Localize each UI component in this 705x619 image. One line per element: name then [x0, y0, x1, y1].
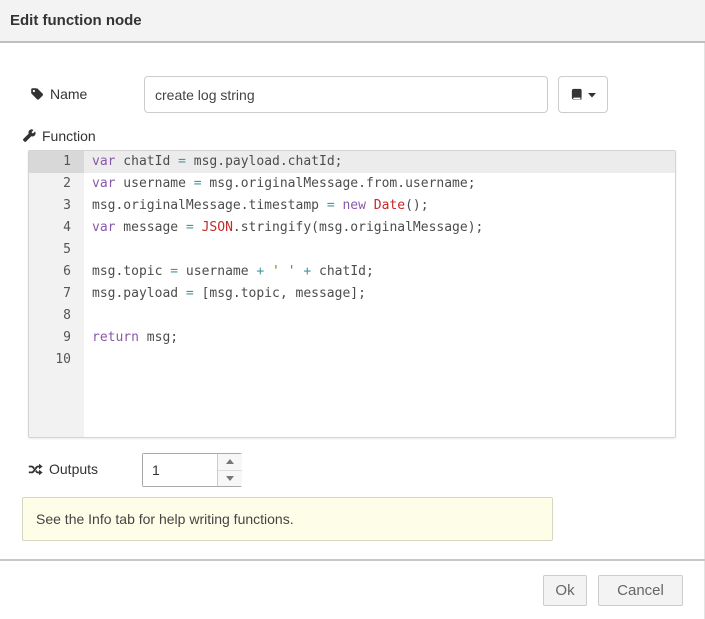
code-line[interactable]: 10 [29, 349, 675, 371]
outputs-spinner [142, 453, 242, 487]
code-line[interactable]: 6msg.topic = username + ' ' + chatId; [29, 261, 675, 283]
code-line[interactable]: 5 [29, 239, 675, 261]
function-label-text: Function [42, 128, 96, 144]
code-line[interactable]: 2var username = msg.originalMessage.from… [29, 173, 675, 195]
code-line[interactable]: 1var chatId = msg.payload.chatId; [29, 151, 675, 173]
cancel-button[interactable]: Cancel [598, 575, 683, 606]
code-line-text [84, 305, 675, 327]
function-label: Function [22, 128, 96, 144]
name-input[interactable] [144, 76, 548, 113]
code-line[interactable]: 8 [29, 305, 675, 327]
function-code-editor[interactable]: 1var chatId = msg.payload.chatId;2var us… [28, 150, 676, 438]
line-number: 9 [29, 327, 84, 349]
code-line-text: var message = JSON.stringify(msg.origina… [84, 217, 675, 239]
code-line-text: return msg; [84, 327, 675, 349]
ok-button[interactable]: Ok [543, 575, 587, 606]
tag-icon [30, 87, 44, 101]
line-number: 2 [29, 173, 84, 195]
spinner-buttons [217, 454, 242, 486]
shuffle-icon [28, 463, 43, 476]
line-number: 1 [29, 151, 84, 173]
dialog-title: Edit function node [10, 12, 142, 29]
code-line[interactable]: 7msg.payload = [msg.topic, message]; [29, 283, 675, 305]
code-line[interactable]: 4var message = JSON.stringify(msg.origin… [29, 217, 675, 239]
outputs-label: Outputs [28, 461, 98, 477]
outputs-input[interactable] [143, 454, 217, 486]
outputs-label-text: Outputs [49, 461, 98, 477]
info-tip: See the Info tab for help writing functi… [22, 497, 553, 541]
triangle-up-icon [226, 459, 234, 464]
code-line-text: var chatId = msg.payload.chatId; [84, 151, 675, 173]
spinner-up-button[interactable] [218, 454, 242, 471]
line-number: 8 [29, 305, 84, 327]
line-number: 4 [29, 217, 84, 239]
spinner-down-button[interactable] [218, 471, 242, 487]
line-number: 7 [29, 283, 84, 305]
code-line-text [84, 239, 675, 261]
line-number: 5 [29, 239, 84, 261]
code-line-text: msg.originalMessage.timestamp = new Date… [84, 195, 675, 217]
book-icon [570, 88, 583, 101]
info-tip-text: See the Info tab for help writing functi… [36, 511, 294, 527]
wrench-icon [22, 129, 36, 143]
line-number: 6 [29, 261, 84, 283]
footer-separator [0, 559, 705, 561]
name-label-text: Name [50, 86, 87, 102]
library-button[interactable] [558, 76, 608, 113]
caret-down-icon [588, 92, 596, 98]
code-line-text [84, 349, 675, 371]
code-line[interactable]: 3msg.originalMessage.timestamp = new Dat… [29, 195, 675, 217]
name-label: Name [30, 86, 87, 102]
line-number: 3 [29, 195, 84, 217]
code-line[interactable]: 9return msg; [29, 327, 675, 349]
triangle-down-icon [226, 476, 234, 481]
code-line-text: msg.topic = username + ' ' + chatId; [84, 261, 675, 283]
line-number: 10 [29, 349, 84, 371]
code-line-text: var username = msg.originalMessage.from.… [84, 173, 675, 195]
dialog-header: Edit function node [0, 0, 705, 43]
code-line-text: msg.payload = [msg.topic, message]; [84, 283, 675, 305]
